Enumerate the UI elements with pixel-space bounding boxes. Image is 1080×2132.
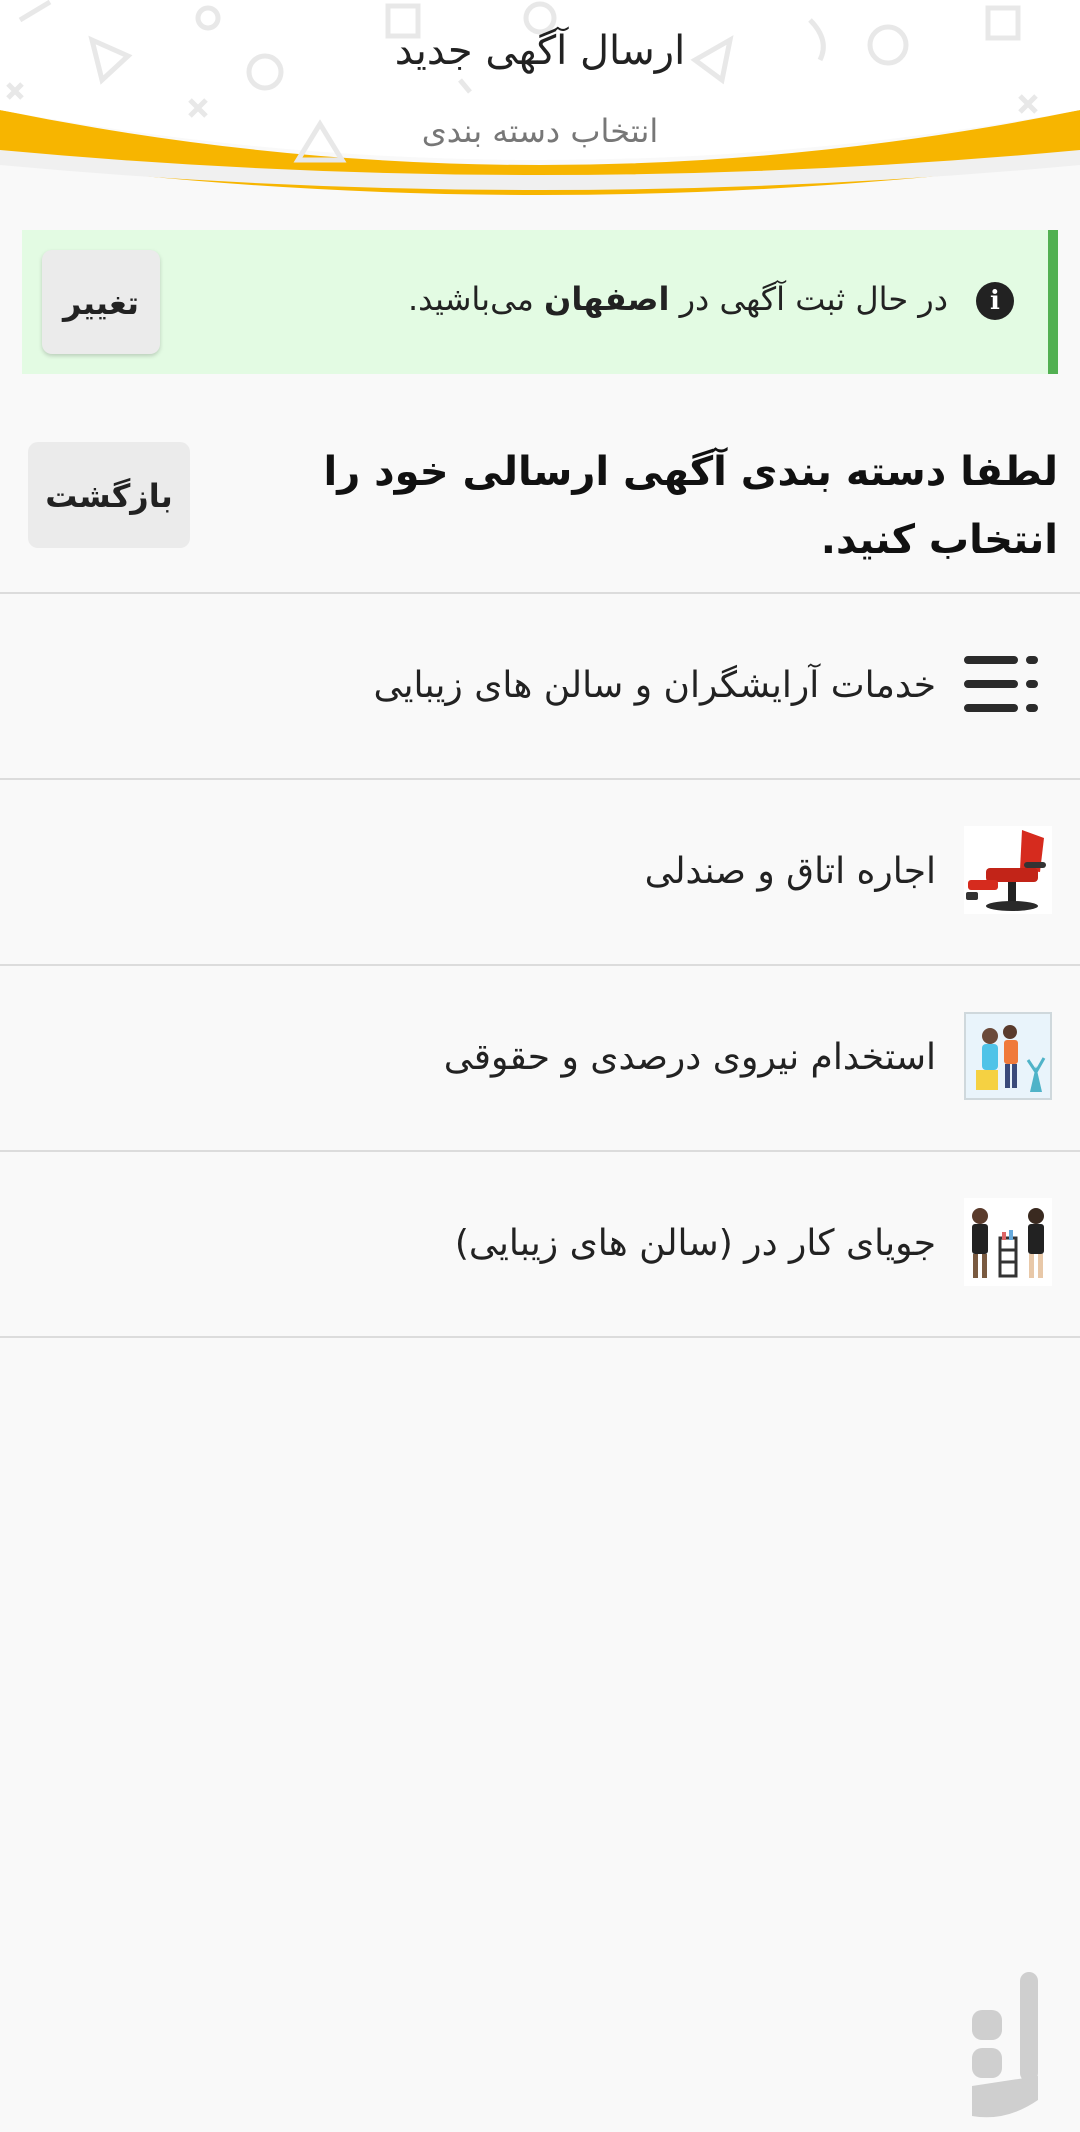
barber-chair-image: [964, 826, 1052, 914]
list-icon: [964, 656, 1038, 712]
category-label: استخدام نیروی درصدی و حقوقی: [443, 1037, 936, 1078]
location-banner: i در حال ثبت آگهی در اصفهان می‌باشید. تغ…: [22, 230, 1058, 374]
category-item-beauty-services[interactable]: خدمات آرایشگران و سالن های زیبایی: [0, 594, 1080, 780]
change-location-button[interactable]: تغییر: [42, 250, 160, 354]
salon-workers-image: [964, 1198, 1052, 1286]
location-message: در حال ثبت آگهی در اصفهان می‌باشید.: [408, 280, 948, 318]
category-item-staff-hiring[interactable]: استخدام نیروی درصدی و حقوقی: [0, 966, 1080, 1152]
location-text-before: در حال ثبت آگهی در: [669, 280, 948, 318]
category-item-job-seekers[interactable]: جویای کار در (سالن های زیبایی): [0, 1152, 1080, 1338]
category-list: خدمات آرایشگران و سالن های زیبایی اجاره …: [0, 594, 1080, 1338]
info-icon: i: [976, 282, 1014, 320]
location-text-after: می‌باشید.: [407, 280, 545, 318]
category-label: اجاره اتاق و صندلی: [644, 851, 936, 892]
app-header: ارسال آگهی جدید انتخاب دسته بندی: [0, 0, 1080, 200]
category-label: جویای کار در (سالن های زیبایی): [454, 1223, 936, 1264]
location-city: اصفهان: [544, 280, 670, 318]
hairdresser-staff-image: [964, 1012, 1052, 1100]
store-logo-watermark: [972, 1972, 1038, 2118]
category-label: خدمات آرایشگران و سالن های زیبایی: [373, 665, 937, 706]
page-subtitle: انتخاب دسته بندی: [421, 112, 659, 150]
instruction-heading: لطفا دسته بندی آگهی ارسالی خود را انتخاب…: [323, 449, 1058, 563]
page-title: ارسال آگهی جدید: [394, 28, 686, 74]
back-button[interactable]: بازگشت: [28, 442, 190, 548]
category-item-room-rental[interactable]: اجاره اتاق و صندلی: [0, 780, 1080, 966]
